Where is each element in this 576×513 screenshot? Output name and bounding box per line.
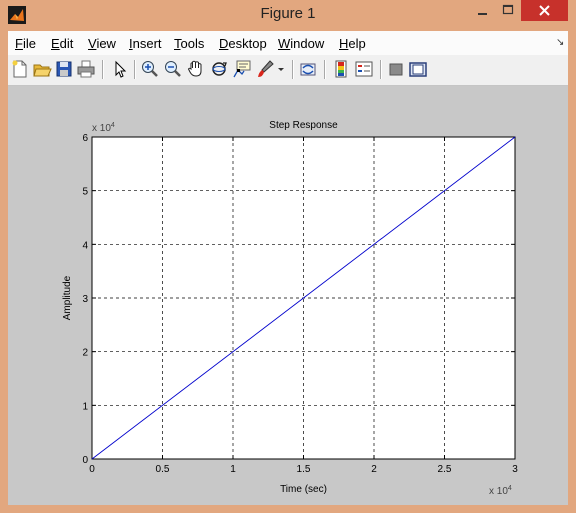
close-icon xyxy=(539,5,550,16)
zoom-in-icon xyxy=(142,61,158,77)
insert-colorbar-icon xyxy=(335,60,347,78)
new-figure-button[interactable] xyxy=(10,59,30,79)
y-tick-label: 6 xyxy=(82,133,88,144)
insert-legend-button[interactable] xyxy=(354,59,374,79)
zoom-in-button[interactable] xyxy=(140,59,160,79)
link-plot-icon xyxy=(300,63,316,76)
y-tick-label: 3 xyxy=(82,294,88,305)
zoom-out-icon xyxy=(165,61,181,77)
chart-title: Step Response xyxy=(269,120,338,131)
x-tick-label: 2 xyxy=(371,464,377,475)
data-cursor-button[interactable] xyxy=(232,59,252,79)
edit-plot-arrow-icon xyxy=(115,60,127,78)
x-tick-label: 1 xyxy=(230,464,236,475)
minimize-icon xyxy=(478,13,487,15)
rotate-3d-button[interactable] xyxy=(209,59,229,79)
menu-edit[interactable]: Edit xyxy=(51,36,73,51)
menu-tools[interactable]: Tools xyxy=(174,36,204,51)
chevron-down-icon xyxy=(278,68,284,71)
y-axis-exponent: x 104 xyxy=(92,122,115,134)
insert-colorbar-button[interactable] xyxy=(331,59,351,79)
hide-plot-tools-button[interactable] xyxy=(386,59,406,79)
menu-file[interactable]: File xyxy=(15,36,36,51)
menu-window[interactable]: Window xyxy=(278,36,324,51)
x-tick-label: 3 xyxy=(512,464,518,475)
client-area: File Edit View Insert Tools Desktop Wind… xyxy=(8,31,568,505)
x-axis-label: Time (sec) xyxy=(280,484,327,495)
show-plot-tools-button[interactable] xyxy=(408,59,428,79)
x-tick-label: 0.5 xyxy=(156,464,170,475)
title-bar[interactable]: Figure 1 xyxy=(0,0,576,30)
link-plot-button[interactable] xyxy=(298,59,318,79)
maximize-icon xyxy=(502,4,514,15)
menu-insert[interactable]: Insert xyxy=(129,36,162,51)
y-tick-label: 0 xyxy=(82,455,88,466)
brush-icon xyxy=(258,60,274,77)
y-tick-label: 2 xyxy=(82,348,88,359)
edit-plot-button[interactable] xyxy=(109,59,129,79)
print-button[interactable] xyxy=(76,59,96,79)
save-button[interactable] xyxy=(54,59,74,79)
x-tick-label: 1.5 xyxy=(297,464,311,475)
close-button[interactable] xyxy=(521,0,568,21)
x-tick-label: 0 xyxy=(89,464,95,475)
show-plot-tools-icon xyxy=(409,62,427,77)
hide-plot-tools-icon xyxy=(389,63,403,76)
x-axis-exponent: x 104 xyxy=(489,485,512,497)
toolbar-separator xyxy=(292,60,294,79)
toolbar-separator xyxy=(380,60,382,79)
toolbar-separator xyxy=(102,60,104,79)
dock-arrow-icon[interactable]: ↘ xyxy=(556,37,564,48)
step-response-plot: 0 0.5 1 1.5 2 2.5 3 0 1 2 3 4 5 6 Step Response Time … xyxy=(62,120,518,497)
insert-legend-icon xyxy=(355,61,373,77)
zoom-out-button[interactable] xyxy=(163,59,183,79)
data-cursor-icon xyxy=(233,60,251,78)
pan-hand-icon xyxy=(187,60,202,77)
rotate-3d-icon xyxy=(212,62,227,76)
figure-canvas[interactable]: 0 0.5 1 1.5 2 2.5 3 0 1 2 3 4 5 6 Step Response Time … xyxy=(8,86,568,505)
print-icon xyxy=(77,60,95,78)
new-figure-icon xyxy=(12,60,27,78)
toolbar-separator xyxy=(324,60,326,79)
menu-bar: File Edit View Insert Tools Desktop Wind… xyxy=(8,31,568,55)
maximize-button[interactable] xyxy=(495,0,521,21)
y-tick-label: 1 xyxy=(82,401,88,412)
menu-view[interactable]: View xyxy=(88,36,116,51)
figure-window: Figure 1 File Edit View Insert Tools Des… xyxy=(0,0,576,513)
figure-toolbar xyxy=(8,55,568,86)
x-tick-label: 2.5 xyxy=(438,464,452,475)
toolbar-separator xyxy=(134,60,136,79)
menu-help[interactable]: Help xyxy=(339,36,366,51)
brush-dropdown-button[interactable] xyxy=(276,59,286,79)
y-axis-label: Amplitude xyxy=(62,275,73,320)
brush-button[interactable] xyxy=(255,59,275,79)
y-tick-label: 4 xyxy=(82,240,88,251)
y-tick-label: 5 xyxy=(82,187,88,198)
menu-desktop[interactable]: Desktop xyxy=(219,36,267,51)
open-file-icon xyxy=(33,64,52,77)
save-icon xyxy=(56,61,72,77)
open-file-button[interactable] xyxy=(32,59,52,79)
pan-button[interactable] xyxy=(186,59,206,79)
minimize-button[interactable] xyxy=(469,0,495,21)
